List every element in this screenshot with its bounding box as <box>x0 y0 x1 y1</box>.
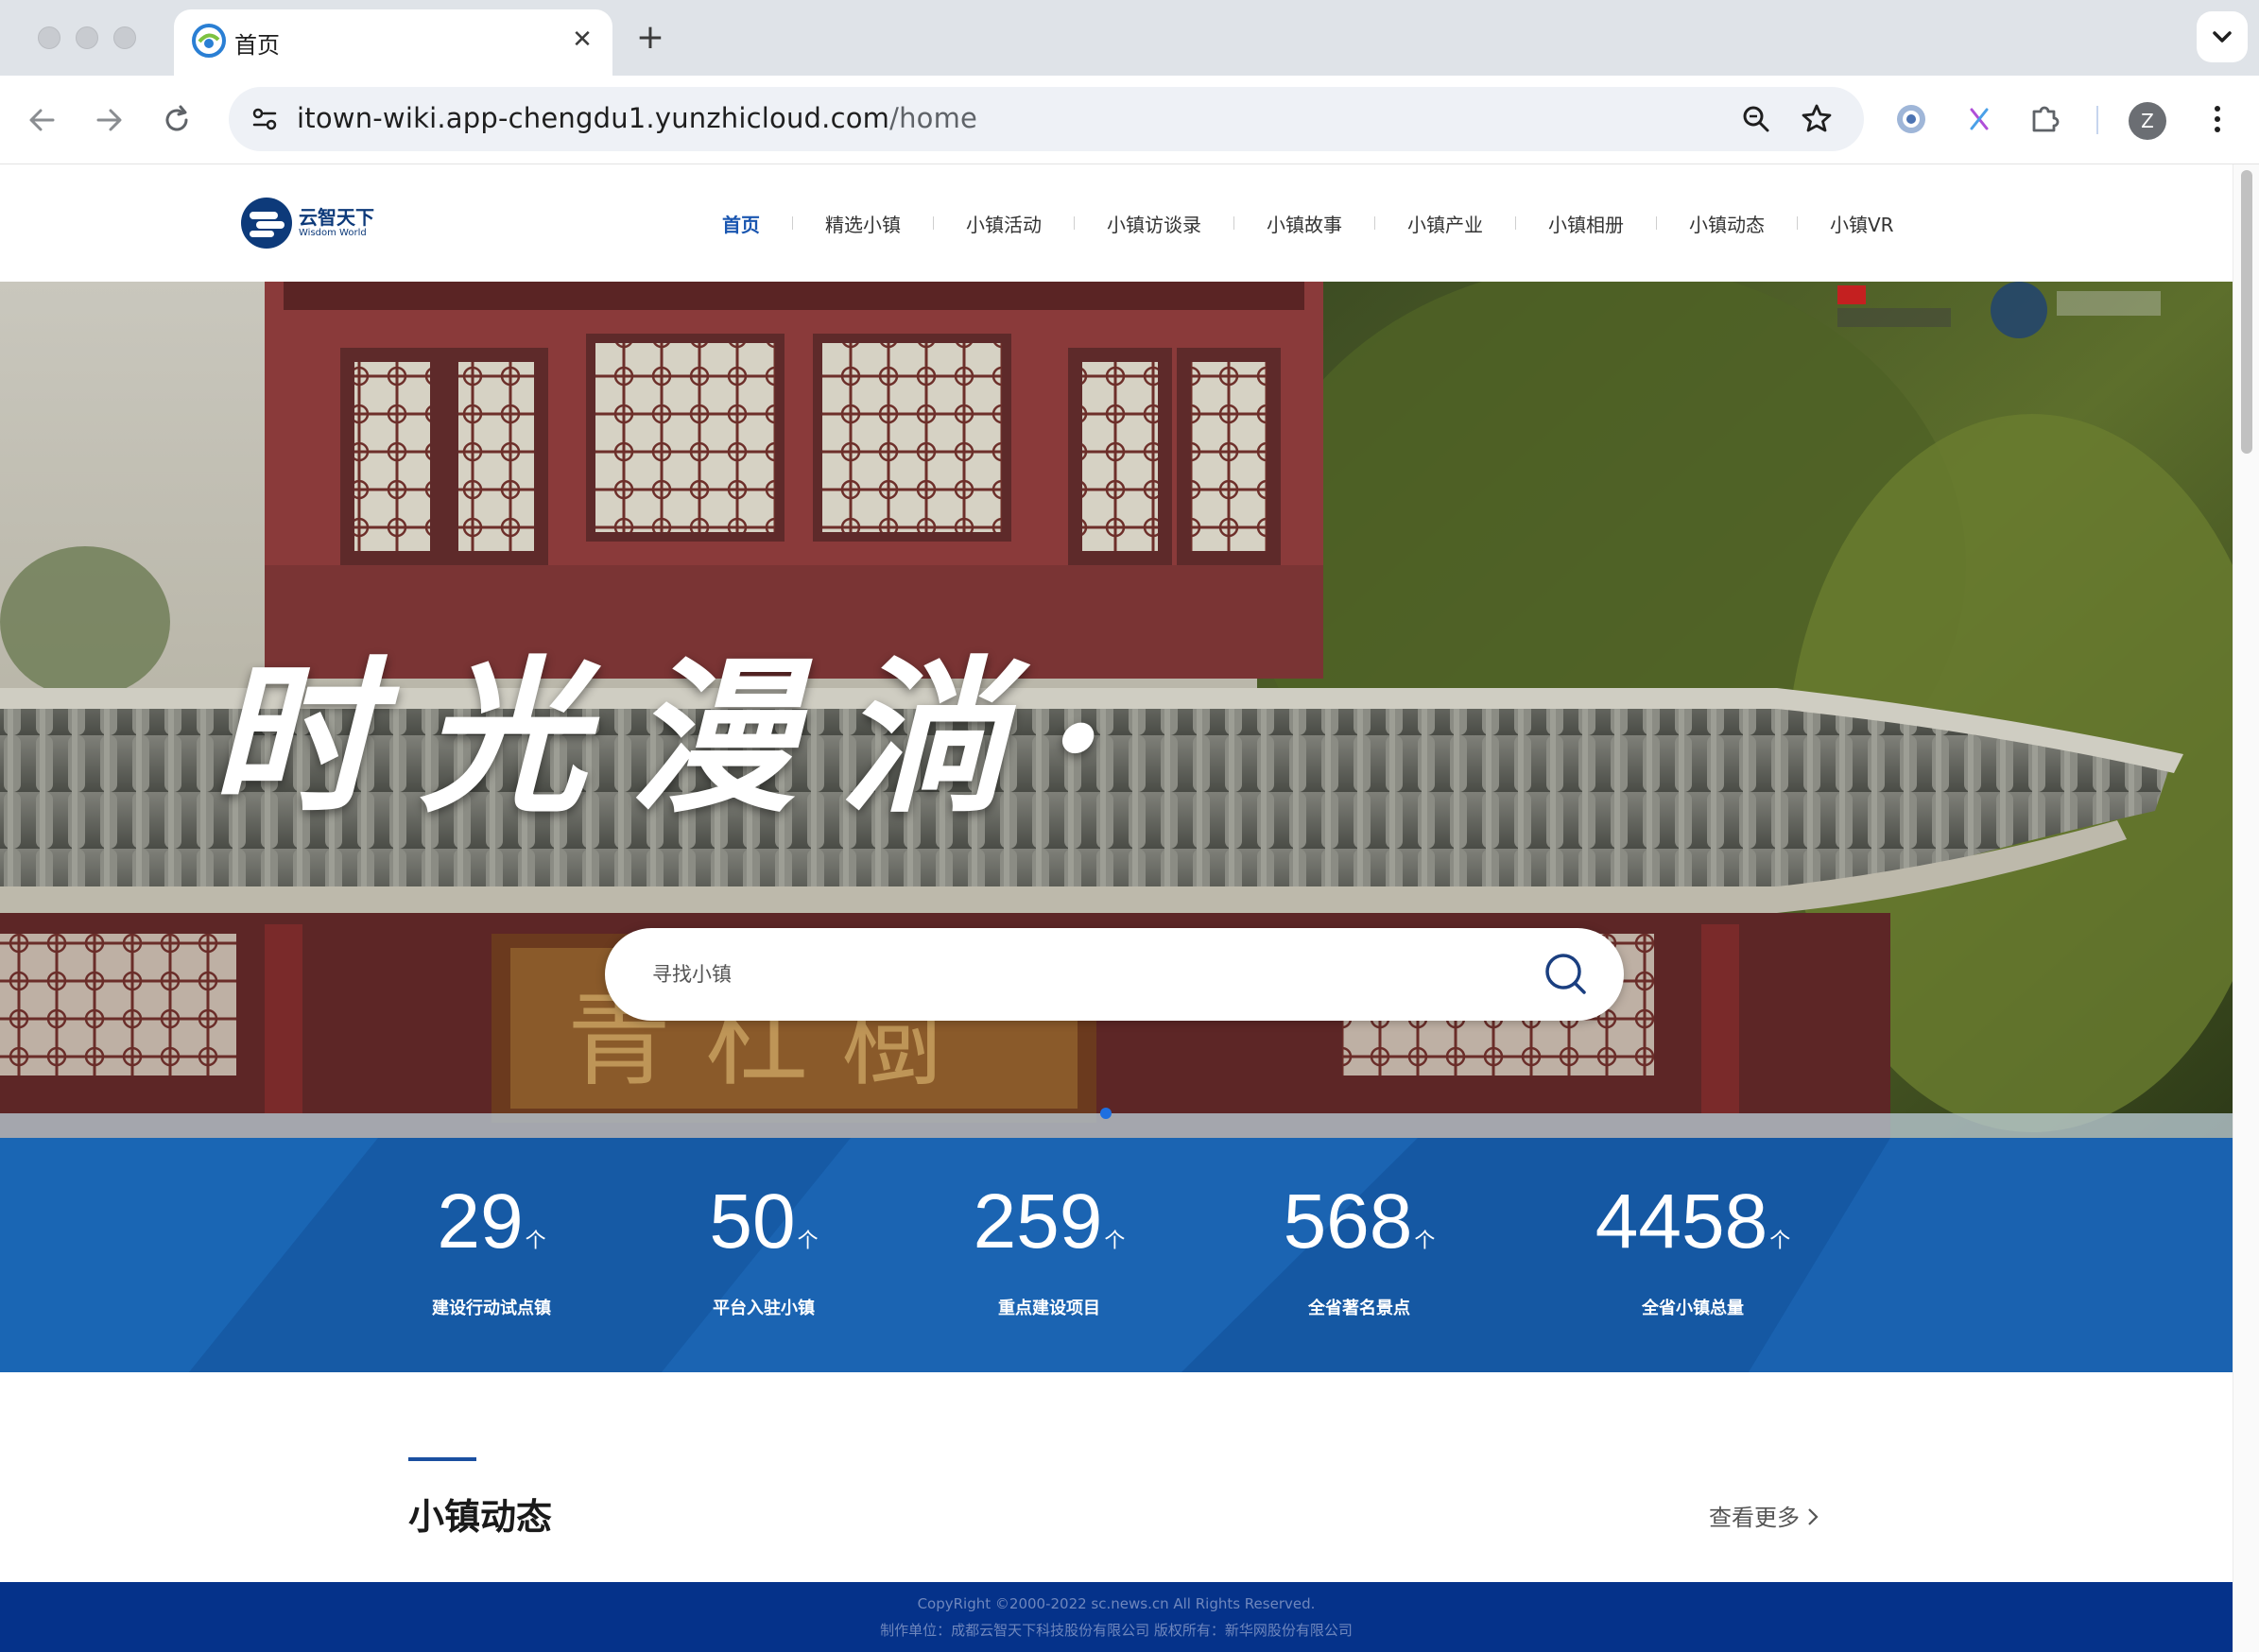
site-settings-icon[interactable] <box>246 100 284 138</box>
stat-number: 259 <box>973 1179 1103 1265</box>
stat-unit: 个 <box>1414 1229 1436 1252</box>
stat-number: 4458 <box>1595 1179 1768 1265</box>
stats-band: 29个 建设行动试点镇 50个 平台入驻小镇 259个 重点建设项目 568个 … <box>0 1138 2233 1372</box>
stat-unit: 个 <box>1104 1229 1126 1252</box>
stat-item: 259个 重点建设项目 <box>955 1179 1144 1319</box>
stat-label: 全省著名景点 <box>1308 1299 1410 1318</box>
stat-number: 568 <box>1283 1179 1413 1265</box>
stat-label: 重点建设项目 <box>998 1299 1100 1318</box>
logo-text-en: Wisdom World <box>299 228 367 238</box>
stat-item: 4458个 全省小镇总量 <box>1575 1179 1811 1319</box>
browser-tabstrip: 首页 ✕ + <box>0 0 2259 76</box>
logo-text-cn: 云智天下 <box>299 206 374 229</box>
view-more-link[interactable]: 查看更多 <box>1709 1499 1822 1532</box>
tab-title: 首页 <box>234 32 280 59</box>
main-nav: 首页 精选小镇 小镇活动 小镇访谈录 小镇故事 小镇产业 小镇相册 小镇动态 小… <box>690 164 1926 282</box>
town-search-box <box>605 928 1624 1021</box>
nav-item-home[interactable]: 首页 <box>690 210 792 237</box>
extension-x-icon[interactable] <box>1957 96 2002 142</box>
stat-number: 50 <box>709 1179 796 1265</box>
window-zoom-button[interactable] <box>113 26 136 49</box>
stat-value: 50个 <box>688 1179 839 1283</box>
new-tab-button[interactable]: + <box>629 19 671 60</box>
extension-circle-icon[interactable] <box>1888 96 1934 142</box>
scrollbar-thumb[interactable] <box>2241 170 2252 454</box>
stat-value: 568个 <box>1265 1179 1454 1283</box>
nav-item-town-album[interactable]: 小镇相册 <box>1516 210 1656 237</box>
reload-icon[interactable] <box>153 96 200 144</box>
stat-value: 4458个 <box>1575 1179 1811 1283</box>
stat-label: 平台入驻小镇 <box>713 1299 815 1318</box>
view-more-label: 查看更多 <box>1709 1505 1800 1531</box>
window-close-button[interactable] <box>38 26 60 49</box>
town-search-input[interactable] <box>652 955 1503 994</box>
more-menu-icon[interactable] <box>2195 96 2240 142</box>
nav-item-town-vr[interactable]: 小镇VR <box>1798 210 1926 237</box>
stat-unit: 个 <box>1769 1229 1791 1252</box>
extensions-puzzle-icon[interactable] <box>2023 96 2068 142</box>
tab-close-icon[interactable]: ✕ <box>565 23 599 57</box>
url-host: itown-wiki.app-chengdu1.yunzhicloud.com <box>297 102 890 134</box>
stat-unit: 个 <box>797 1229 819 1252</box>
stat-item: 29个 建设行动试点镇 <box>416 1179 567 1319</box>
hero-banner: 青 杠 樹 时光漫淌· <box>0 282 2233 1138</box>
nav-item-town-industry[interactable]: 小镇产业 <box>1375 210 1515 237</box>
chevron-down-icon <box>2213 31 2232 43</box>
profile-avatar[interactable]: Z <box>2129 102 2166 140</box>
tab-search-button[interactable] <box>2197 11 2248 62</box>
bookmark-star-icon[interactable] <box>1798 100 1836 138</box>
chevron-right-icon <box>1808 1508 1819 1525</box>
footer-credits: 制作单位：成都云智天下科技股份有限公司 版权所有：新华网股份有限公司 <box>880 1622 1353 1639</box>
nav-item-town-activities[interactable]: 小镇活动 <box>934 210 1074 237</box>
browser-toolbar: itown-wiki.app-chengdu1.yunzhicloud.com/… <box>0 76 2259 164</box>
toolbar-divider <box>2096 106 2098 134</box>
site-footer: CopyRight ©2000-2022 sc.news.cn All Righ… <box>0 1582 2233 1652</box>
logo-mark-icon <box>241 198 292 249</box>
stat-value: 29个 <box>416 1179 567 1283</box>
forward-arrow-icon[interactable] <box>85 96 132 144</box>
nav-item-town-news[interactable]: 小镇动态 <box>1657 210 1797 237</box>
stat-value: 259个 <box>955 1179 1144 1283</box>
stat-number: 29 <box>437 1179 524 1265</box>
site-favicon-icon <box>192 24 226 58</box>
footer-copyright: CopyRight ©2000-2022 sc.news.cn All Righ… <box>917 1595 1316 1612</box>
section-title: 小镇动态 <box>408 1496 553 1538</box>
nav-item-featured-towns[interactable]: 精选小镇 <box>793 210 933 237</box>
zoom-icon[interactable] <box>1737 100 1775 138</box>
nav-item-town-stories[interactable]: 小镇故事 <box>1234 210 1374 237</box>
stat-label: 建设行动试点镇 <box>432 1299 551 1318</box>
section-accent-bar <box>408 1457 476 1461</box>
back-arrow-icon[interactable] <box>19 96 66 144</box>
window-minimize-button[interactable] <box>76 26 98 49</box>
stat-item: 50个 平台入驻小镇 <box>688 1179 839 1319</box>
site-header: 云智天下 Wisdom World 首页 精选小镇 小镇活动 小镇访谈录 小镇故… <box>0 164 2233 282</box>
carousel-indicator-dot[interactable] <box>1100 1108 1112 1119</box>
hero-title: 时光漫淌· <box>210 640 1151 835</box>
site-logo[interactable]: 云智天下 Wisdom World <box>240 197 382 250</box>
browser-tab-active[interactable]: 首页 ✕ <box>174 9 612 76</box>
stat-item: 568个 全省著名景点 <box>1265 1179 1454 1319</box>
search-icon[interactable] <box>1541 949 1592 1000</box>
url-text[interactable]: itown-wiki.app-chengdu1.yunzhicloud.com/… <box>297 102 977 134</box>
page-viewport: 云智天下 Wisdom World 首页 精选小镇 小镇活动 小镇访谈录 小镇故… <box>0 164 2233 1652</box>
address-bar[interactable]: itown-wiki.app-chengdu1.yunzhicloud.com/… <box>229 87 1864 151</box>
stat-unit: 个 <box>525 1229 546 1252</box>
stat-label: 全省小镇总量 <box>1642 1299 1744 1318</box>
url-path: /home <box>889 102 978 134</box>
page-scrollbar[interactable] <box>2233 164 2259 1652</box>
nav-item-town-interviews[interactable]: 小镇访谈录 <box>1075 210 1233 237</box>
